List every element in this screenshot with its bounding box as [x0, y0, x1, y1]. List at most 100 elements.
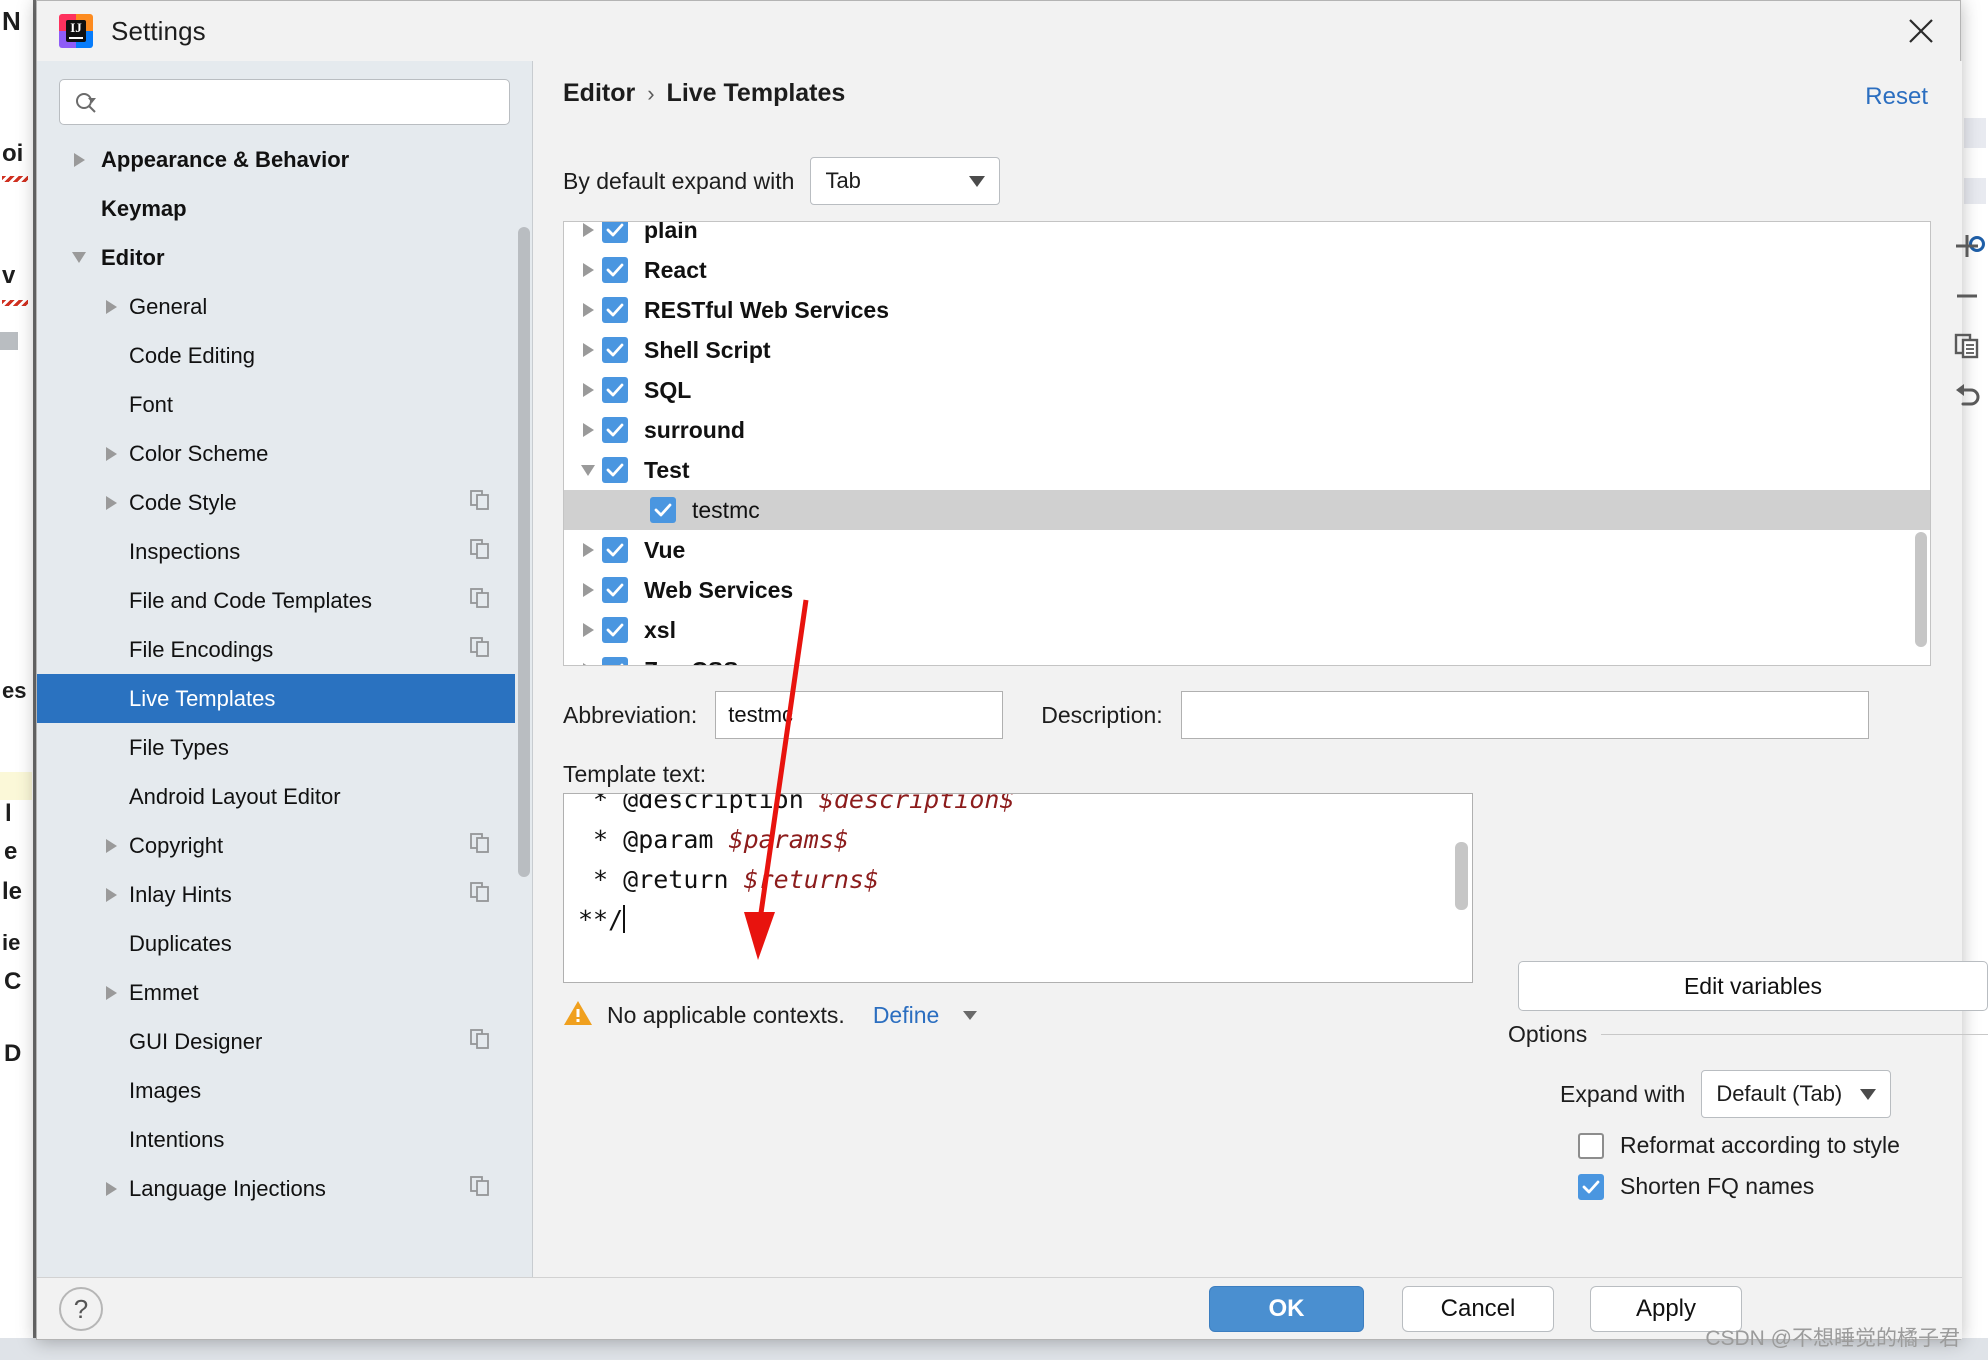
sidebar-item-images[interactable]: Images — [37, 1066, 515, 1115]
template-tree-row[interactable]: Zen CSS — [564, 650, 1930, 665]
template-tree-row[interactable]: Shell Script — [564, 330, 1930, 370]
checkbox-shorten-fq-names[interactable] — [1578, 1173, 1604, 1200]
sidebar-item-font[interactable]: Font — [37, 380, 515, 429]
chevron-right-icon[interactable] — [99, 495, 123, 510]
template-enabled-checkbox[interactable] — [602, 537, 628, 563]
chevron-right-icon[interactable] — [574, 343, 602, 357]
chevron-right-icon[interactable] — [99, 299, 123, 314]
sidebar-item-file-and-code-templates[interactable]: File and Code Templates — [37, 576, 515, 625]
template-enabled-checkbox[interactable] — [602, 377, 628, 403]
sidebar-item-code-editing[interactable]: Code Editing — [37, 331, 515, 380]
template-enabled-checkbox[interactable] — [602, 657, 628, 665]
sidebar-item-gui-designer[interactable]: GUI Designer — [37, 1017, 515, 1066]
sidebar-item-intentions[interactable]: Intentions — [37, 1115, 515, 1164]
chevron-right-icon[interactable] — [574, 583, 602, 597]
chevron-right-icon[interactable] — [574, 263, 602, 277]
chevron-down-icon[interactable] — [574, 464, 602, 476]
template-tree-row[interactable]: surround — [564, 410, 1930, 450]
chevron-right-icon[interactable] — [574, 663, 602, 665]
sidebar-scrollbar[interactable] — [518, 227, 530, 877]
description-input[interactable] — [1180, 691, 1869, 739]
define-link[interactable]: Define — [873, 1002, 939, 1029]
chevron-right-icon[interactable] — [99, 838, 123, 853]
ok-button[interactable]: OK — [1209, 1286, 1364, 1332]
duplicate-template-button[interactable] — [1937, 321, 1988, 371]
abbreviation-input[interactable]: testmc — [715, 691, 1004, 739]
revert-template-button[interactable] — [1937, 371, 1988, 421]
copy-settings-icon[interactable] — [469, 538, 491, 566]
copy-settings-icon[interactable] — [469, 1028, 491, 1056]
sidebar-item-general[interactable]: General — [37, 282, 515, 331]
sidebar-item-keymap[interactable]: Keymap — [37, 184, 515, 233]
chevron-right-icon[interactable] — [574, 303, 602, 317]
option-checkbox-row[interactable]: Reformat according to style — [1508, 1132, 1988, 1159]
chevron-down-icon[interactable] — [67, 252, 91, 263]
expand-with-select[interactable]: Default (Tab) — [1701, 1070, 1892, 1118]
chevron-down-icon[interactable] — [963, 1011, 978, 1020]
chevron-right-icon[interactable] — [99, 1181, 123, 1196]
sidebar-item-copyright[interactable]: Copyright — [37, 821, 515, 870]
template-text-editor[interactable]: * @description $description$ * @param $p… — [563, 793, 1473, 983]
sidebar-item-code-style[interactable]: Code Style — [37, 478, 515, 527]
checkbox-reformat-according-to-style[interactable] — [1578, 1132, 1604, 1159]
template-enabled-checkbox[interactable] — [602, 337, 628, 363]
sidebar-item-duplicates[interactable]: Duplicates — [37, 919, 515, 968]
template-text-scrollbar[interactable] — [1455, 842, 1468, 910]
template-tree-row[interactable]: testmc — [564, 490, 1930, 530]
copy-settings-icon[interactable] — [469, 587, 491, 615]
templates-tree-panel[interactable]: plain React RESTful Web Services Shell Scri… — [563, 221, 1931, 666]
template-tree-row[interactable]: plain — [564, 222, 1930, 250]
sidebar-item-inspections[interactable]: Inspections — [37, 527, 515, 576]
cancel-button[interactable]: Cancel — [1402, 1286, 1554, 1332]
template-tree-row[interactable]: Vue — [564, 530, 1930, 570]
add-template-button[interactable] — [1937, 221, 1988, 271]
templates-tree-scrollbar[interactable] — [1915, 532, 1927, 647]
option-checkbox-row[interactable]: Shorten FQ names — [1508, 1173, 1988, 1200]
template-tree-row[interactable]: SQL — [564, 370, 1930, 410]
chevron-right-icon[interactable] — [67, 152, 91, 167]
template-enabled-checkbox[interactable] — [602, 457, 628, 483]
chevron-right-icon[interactable] — [574, 623, 602, 637]
chevron-right-icon[interactable] — [574, 223, 602, 237]
sidebar-item-file-types[interactable]: File Types — [37, 723, 515, 772]
template-enabled-checkbox[interactable] — [602, 577, 628, 603]
template-tree-row[interactable]: Web Services — [564, 570, 1930, 610]
sidebar-item-editor[interactable]: Editor — [37, 233, 515, 282]
template-tree-row[interactable]: Test — [564, 450, 1930, 490]
remove-template-button[interactable] — [1937, 271, 1988, 321]
default-expand-select[interactable]: Tab — [810, 157, 1001, 205]
template-tree-row[interactable]: React — [564, 250, 1930, 290]
chevron-right-icon[interactable] — [574, 423, 602, 437]
sidebar-item-appearance-behavior[interactable]: Appearance & Behavior — [37, 135, 515, 184]
template-enabled-checkbox[interactable] — [602, 617, 628, 643]
sidebar-item-inlay-hints[interactable]: Inlay Hints — [37, 870, 515, 919]
template-enabled-checkbox[interactable] — [650, 497, 676, 523]
sidebar-item-language-injections[interactable]: Language Injections — [37, 1164, 515, 1213]
sidebar-item-live-templates[interactable]: Live Templates — [37, 674, 515, 723]
sidebar-item-file-encodings[interactable]: File Encodings — [37, 625, 515, 674]
copy-settings-icon[interactable] — [469, 1175, 491, 1203]
copy-settings-icon[interactable] — [469, 636, 491, 664]
copy-settings-icon[interactable] — [469, 881, 491, 909]
sidebar-item-emmet[interactable]: Emmet — [37, 968, 515, 1017]
breadcrumb-root[interactable]: Editor — [563, 79, 635, 108]
template-tree-row[interactable]: RESTful Web Services — [564, 290, 1930, 330]
template-enabled-checkbox[interactable] — [602, 257, 628, 283]
copy-settings-icon[interactable] — [469, 832, 491, 860]
close-icon[interactable] — [1882, 1, 1960, 61]
chevron-right-icon[interactable] — [99, 446, 123, 461]
sidebar-item-android-layout-editor[interactable]: Android Layout Editor — [37, 772, 515, 821]
template-tree-row[interactable]: xsl — [564, 610, 1930, 650]
sidebar-item-color-scheme[interactable]: Color Scheme — [37, 429, 515, 478]
chevron-right-icon[interactable] — [99, 887, 123, 902]
edit-variables-button[interactable]: Edit variables — [1518, 961, 1988, 1011]
template-enabled-checkbox[interactable] — [602, 417, 628, 443]
chevron-right-icon[interactable] — [574, 543, 602, 557]
chevron-right-icon[interactable] — [99, 985, 123, 1000]
help-button[interactable]: ? — [59, 1287, 103, 1331]
copy-settings-icon[interactable] — [469, 489, 491, 517]
chevron-right-icon[interactable] — [574, 383, 602, 397]
search-box[interactable] — [59, 79, 510, 125]
search-input[interactable] — [100, 90, 509, 114]
reset-link[interactable]: Reset — [1865, 83, 1928, 111]
